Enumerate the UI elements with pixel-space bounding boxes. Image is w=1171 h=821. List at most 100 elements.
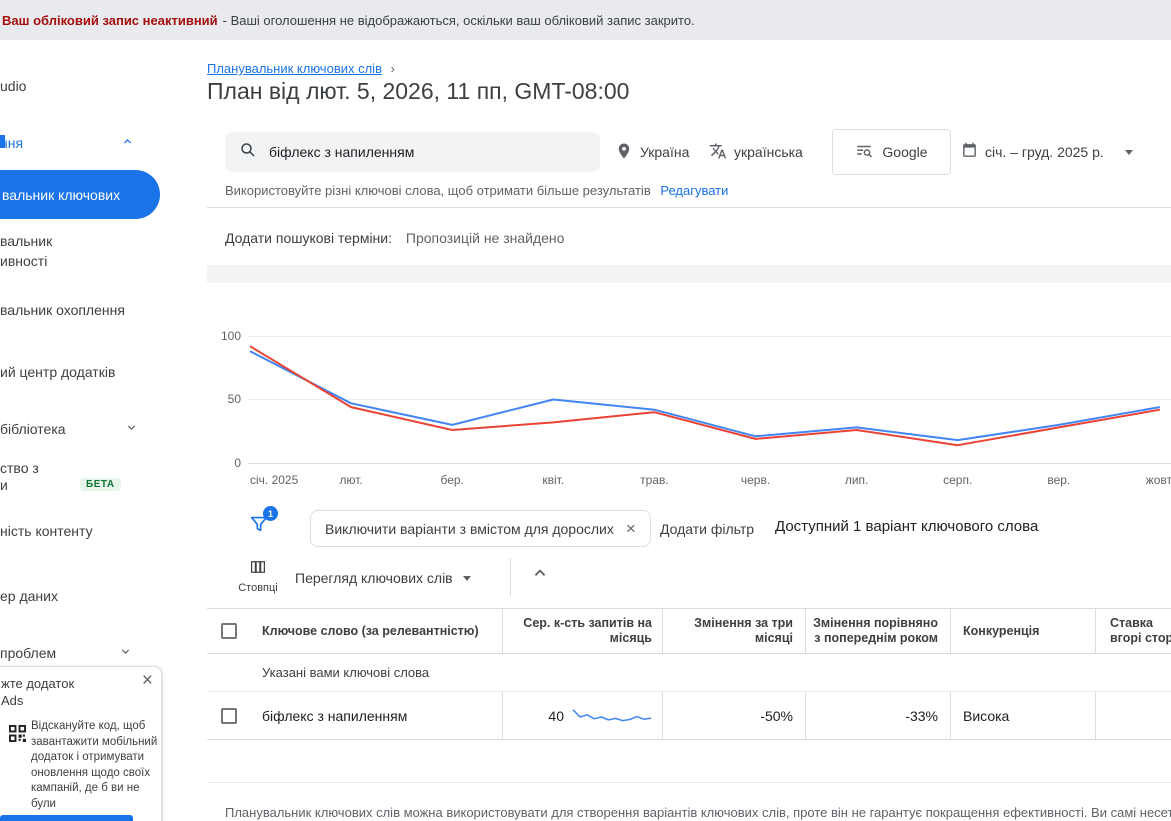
left-navigation: udio ння вальник ключових вальник ивност… [0,40,186,821]
add-filter-button[interactable]: Додати фільтр [660,521,754,537]
promo-action-button[interactable] [0,815,133,821]
edit-link[interactable]: Редагувати [660,183,728,198]
collapse-chart-button[interactable] [529,562,555,588]
sidebar-item-shared-library[interactable]: бібліотека [0,419,66,439]
three-month-change-cell: -50% [662,692,805,739]
network-value: Google [882,144,927,160]
section-separator [207,265,1171,283]
divider [207,782,1171,783]
language-value: українська [734,144,803,160]
x-axis-label: черв. [716,473,796,487]
google-ads-app: Ваш обліковий запис неактивний - Ваші ог… [0,0,1171,821]
filter-chip-exclude-adult[interactable]: Виключити варіанти з вмістом для доросли… [310,510,651,547]
header-cell-competition[interactable]: Конкуренція [950,609,1095,653]
language-selector[interactable]: українська [709,132,803,172]
breadcrumb-link-keyword-planner[interactable]: Планувальник ключових слів [207,61,382,76]
avg-monthly-cell: 40 [502,692,662,739]
network-selector[interactable]: Google [832,129,951,175]
search-network-icon [855,142,873,163]
breadcrumb: Планувальник ключових слів › [207,61,395,76]
promo-title-line2: Ads [1,692,74,709]
sidebar-item-label: вальник [0,231,52,251]
select-all-checkbox[interactable] [221,623,237,639]
close-icon[interactable]: × [142,671,153,691]
header-cell-three-month-change[interactable]: Змінення за три місяці [662,609,805,653]
sidebar-item-reach-planner[interactable]: вальник охоплення [0,300,125,320]
hint-text: Використовуйте різні ключові слова, щоб … [225,183,651,198]
sidebar-item-label: вальник ключових [2,187,120,203]
search-icon [239,141,257,164]
sidebar-item-app-center[interactable]: ий центр додатків [0,362,115,382]
keyword-search-input[interactable] [269,144,586,160]
calendar-icon [961,142,978,162]
table-section-row: Указані вами ключові слова [207,654,1171,692]
sidebar-item-partnership[interactable]: ство з и [0,460,39,494]
x-axis-label: серп. [918,473,998,487]
view-selector-label: Перегляд ключових слів [295,570,453,586]
trend-line-chart [248,283,1171,497]
disclaimer-text: Планувальник ключових слів можна викорис… [225,805,1171,820]
x-axis-label: лют. [311,473,391,487]
location-value: Україна [640,144,689,160]
no-suggestions-text: Пропозицій не знайдено [406,230,565,246]
row-cell-select [207,692,250,739]
header-cell-keyword[interactable]: Ключове слово (за релевантністю) [250,609,502,653]
search-hint: Використовуйте різні ключові слова, щоб … [225,183,728,198]
promo-body-text: Відскануйте код, щоб завантажити мобільн… [31,719,158,812]
header-cell-yoy-change[interactable]: Змінення порівняно з попереднім роком [805,609,950,653]
results-summary: Доступний 1 варіант ключового слова [775,518,1038,535]
keyword-view-selector[interactable]: Перегляд ключових слів [295,566,471,590]
sidebar-item-data-manager[interactable]: ер даних [0,586,58,606]
y-axis-label: 50 [207,392,241,406]
chevron-down-icon[interactable] [118,644,133,659]
promo-title-line1: жте додаток [1,675,74,692]
close-icon[interactable]: × [626,520,636,537]
yoy-change-cell: -33% [805,692,950,739]
add-search-terms-row: Додати пошукові терміни: Пропозицій не з… [225,230,564,246]
header-cell-top-of-page-bid[interactable]: Ставка вгорі стор [1095,609,1171,653]
page-title: План від лют. 5, 2026, 11 пп, GMT-08:00 [207,78,629,105]
header-cell-avg-monthly-searches[interactable]: Сер. к-сть запитів на місяць [502,609,662,653]
banner-message-text: - Ваші оголошення не відображаються, оск… [223,13,695,28]
mobile-app-promo-card: жте додаток Ads × Відскануйте код, щоб з… [0,666,162,821]
search-volume-chart: 100 50 0 січ. 2025лют.бер.квіт.трав.черв… [207,283,1171,497]
sidebar-item-performance-planner[interactable]: вальник ивності [0,231,52,271]
top-of-page-bid-cell [1095,692,1171,739]
keyword-cell: біфлекс з напиленням [250,692,502,739]
chevron-down-icon[interactable] [124,420,139,435]
x-axis-label: бер. [412,473,492,487]
header-bid-line2: вгорі стор [1110,631,1171,646]
keyword-search-box [225,132,600,172]
columns-label: Стовпці [233,582,283,594]
sidebar-item-studio[interactable]: udio [0,76,26,96]
sidebar-item-label: ивності [0,251,52,271]
avg-monthly-value: 40 [548,708,564,724]
competition-cell: Висока [950,692,1095,739]
row-checkbox[interactable] [221,708,237,724]
location-pin-icon [615,142,633,163]
sparkline-chart [572,704,652,728]
y-axis-label: 100 [207,329,241,343]
banner-status-text: Ваш обліковий запис неактивний [2,13,218,28]
x-axis-label: квіт. [513,473,593,487]
breadcrumb-chevron: › [391,61,395,76]
header-cell-select [207,609,250,653]
date-range-value: січ. – груд. 2025 р. [985,144,1104,160]
sidebar-item-content-suitability[interactable]: ність контенту [0,521,93,541]
divider [510,558,511,596]
promo-title: жте додаток Ads [1,675,74,709]
translate-icon [709,142,727,163]
sidebar-item-keyword-planner-selected[interactable]: вальник ключових [0,170,160,219]
filter-count-badge: 1 [263,506,278,521]
filter-chip-label: Виключити варіанти з вмістом для доросли… [325,521,614,537]
date-range-selector[interactable]: січ. – груд. 2025 р. [961,132,1133,172]
sidebar-item-troubleshooting[interactable]: проблем [0,643,56,663]
chevron-up-icon[interactable] [120,134,135,149]
table-row: біфлекс з напиленням 40 -50% -33% Висока [207,692,1171,740]
x-axis-label: лип. [817,473,897,487]
sidebar-section-planning[interactable]: ння [0,133,23,153]
location-selector[interactable]: Україна [615,132,689,172]
x-axis-labels: січ. 2025лют.бер.квіт.трав.черв.лип.серп… [248,473,1171,489]
add-terms-label: Додати пошукові терміни: [225,230,392,246]
columns-button[interactable]: Стовпці [233,558,283,594]
